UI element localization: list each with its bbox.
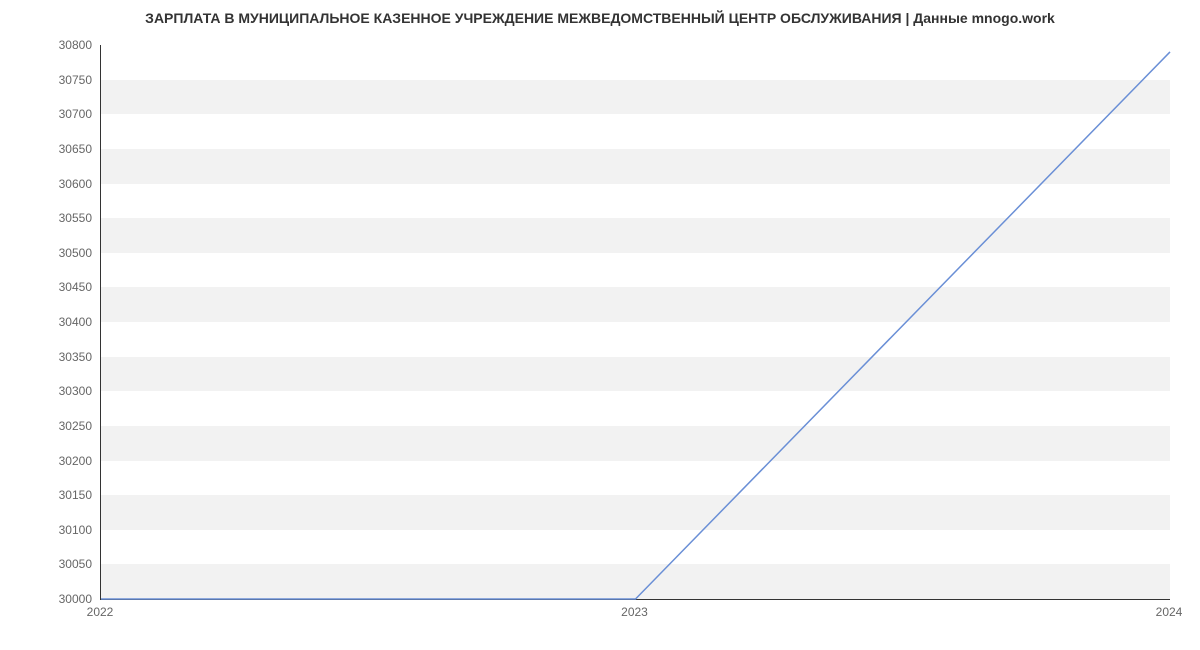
- y-tick-label: 30250: [12, 419, 92, 433]
- y-tick-label: 30350: [12, 350, 92, 364]
- y-tick-label: 30750: [12, 73, 92, 87]
- x-tick-label: 2023: [621, 605, 648, 619]
- y-tick-label: 30300: [12, 384, 92, 398]
- y-tick-label: 30550: [12, 211, 92, 225]
- plot-area: [100, 45, 1170, 600]
- x-tick-label: 2024: [1156, 605, 1183, 619]
- y-tick-label: 30150: [12, 488, 92, 502]
- y-tick-label: 30400: [12, 315, 92, 329]
- chart-container: ЗАРПЛАТА В МУНИЦИПАЛЬНОЕ КАЗЕННОЕ УЧРЕЖД…: [0, 0, 1200, 650]
- y-tick-label: 30100: [12, 523, 92, 537]
- y-tick-label: 30600: [12, 177, 92, 191]
- y-tick-label: 30800: [12, 38, 92, 52]
- y-tick-label: 30450: [12, 280, 92, 294]
- chart-title: ЗАРПЛАТА В МУНИЦИПАЛЬНОЕ КАЗЕННОЕ УЧРЕЖД…: [0, 10, 1200, 26]
- y-tick-label: 30650: [12, 142, 92, 156]
- y-tick-label: 30000: [12, 592, 92, 606]
- data-line: [101, 52, 1170, 599]
- y-tick-label: 30500: [12, 246, 92, 260]
- y-tick-label: 30200: [12, 454, 92, 468]
- line-layer: [101, 45, 1170, 599]
- x-tick-label: 2022: [87, 605, 114, 619]
- y-tick-label: 30700: [12, 107, 92, 121]
- y-tick-label: 30050: [12, 557, 92, 571]
